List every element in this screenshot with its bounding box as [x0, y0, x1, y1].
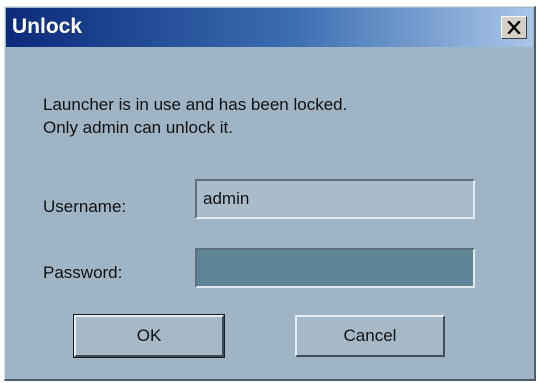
lock-message: Launcher is in use and has been locked. …	[43, 93, 347, 139]
password-label: Password:	[43, 263, 123, 282]
username-label: Username:	[43, 197, 127, 216]
cancel-button[interactable]: Cancel	[295, 315, 445, 357]
message-line-2: Only admin can unlock it.	[43, 118, 233, 137]
password-input[interactable]	[195, 248, 475, 288]
close-icon	[507, 21, 521, 34]
dialog-title: Unlock	[12, 15, 83, 38]
username-input[interactable]	[195, 179, 475, 219]
ok-button[interactable]: OK	[73, 314, 225, 358]
message-line-1: Launcher is in use and has been locked.	[43, 95, 348, 114]
title-bar[interactable]: Unlock	[6, 8, 533, 47]
unlock-dialog: Unlock Launcher is in use and has been l…	[4, 6, 536, 381]
close-button[interactable]	[501, 16, 527, 39]
